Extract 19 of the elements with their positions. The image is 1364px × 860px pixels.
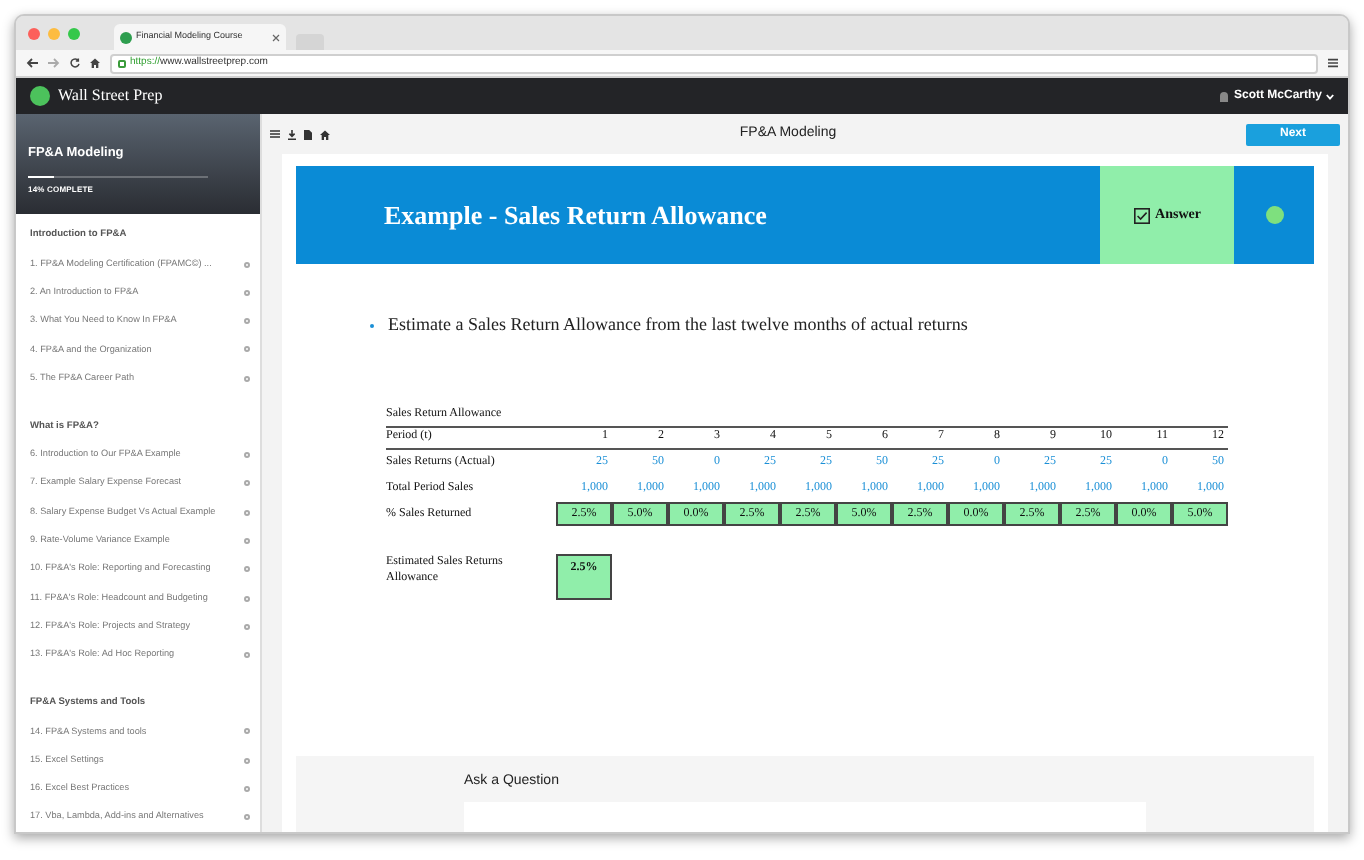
lesson-title: Example - Sales Return Allowance <box>382 197 769 234</box>
reload-icon[interactable] <box>70 58 80 68</box>
back-icon[interactable] <box>26 58 38 68</box>
bullet-text: Estimate a Sales Return Allowance from the last twelve months of actual returns <box>388 312 968 338</box>
user-icon <box>1219 91 1228 101</box>
site-logo-icon <box>120 31 132 43</box>
brand-name[interactable]: Wall Street Prep <box>58 84 163 108</box>
close-tab-icon[interactable] <box>272 33 280 41</box>
chevron-down-icon[interactable] <box>1326 93 1334 99</box>
menu-icon[interactable] <box>270 130 280 138</box>
home-icon[interactable] <box>90 58 100 68</box>
download-icon[interactable] <box>288 129 296 139</box>
checkbox[interactable] <box>1133 207 1150 223</box>
menu-icon[interactable] <box>1328 58 1338 68</box>
logo-icon <box>30 86 50 106</box>
question-input[interactable] <box>464 801 1146 832</box>
home-icon[interactable] <box>320 129 330 139</box>
logo-icon <box>1265 206 1283 224</box>
document-icon[interactable] <box>304 129 312 139</box>
